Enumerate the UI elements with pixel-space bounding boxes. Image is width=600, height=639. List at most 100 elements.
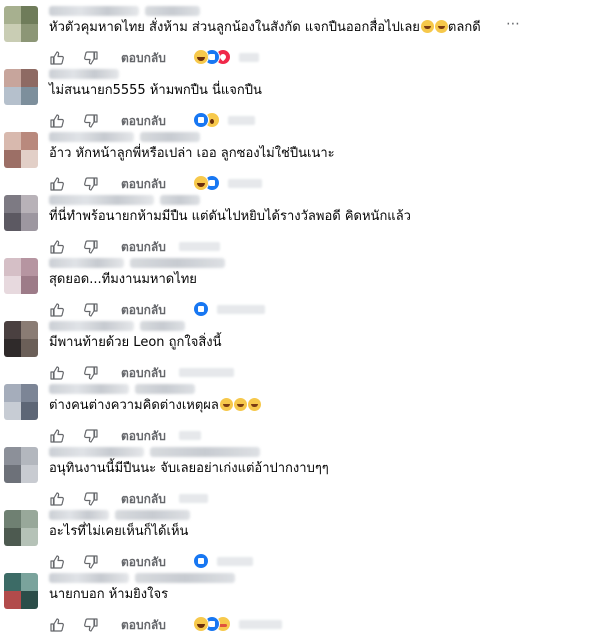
reaction-summary[interactable] xyxy=(193,112,220,130)
reply-button[interactable]: ตอบกลับ xyxy=(121,365,166,381)
reaction-summary[interactable] xyxy=(193,553,209,571)
reply-button[interactable]: ตอบกลับ xyxy=(121,176,166,192)
comment-text: อนุทินงานนี้มีปืนนะ จับเลยอย่าเก่งแต่อ้า… xyxy=(49,461,329,477)
like-icon[interactable] xyxy=(49,113,65,129)
comment-item: อ้าว หักหน้าลูกพี่หรือเปล่า เออ ลูกซองไม… xyxy=(0,132,600,195)
timestamp-redacted xyxy=(228,179,262,188)
laughing-emoji-icon xyxy=(420,20,434,33)
comment-item: อะไรที่ไม่เคยเห็นก็ได้เห็นตอบกลับ xyxy=(0,510,600,573)
laughing-emoji-icon xyxy=(233,398,247,411)
commenter-name-redacted[interactable] xyxy=(49,510,109,520)
timestamp-redacted xyxy=(228,116,255,125)
commenter-name-redacted[interactable] xyxy=(49,132,134,142)
comment-text-content: อนุทินงานนี้มีปืนนะ จับเลยอย่าเก่งแต่อ้า… xyxy=(49,461,329,476)
commenter-name-redacted xyxy=(145,6,200,16)
avatar[interactable] xyxy=(4,384,38,420)
comment-text-tail: ตลกดี xyxy=(447,20,481,35)
laughing-emoji-icon xyxy=(219,398,233,411)
comment-text-content: ที่นี่ทำพร้อนายกห้ามมีปืน แต่ดันไปหยิบได… xyxy=(49,209,411,224)
commenter-name-redacted[interactable] xyxy=(49,447,144,457)
comment-text-content: นายกบอก ห้ามยิงใจร xyxy=(49,587,169,602)
reaction-summary[interactable] xyxy=(193,175,220,193)
like-icon[interactable] xyxy=(49,428,65,444)
reply-button[interactable]: ตอบกลับ xyxy=(121,113,166,129)
like-icon[interactable] xyxy=(49,491,65,507)
timestamp-redacted xyxy=(179,368,234,377)
comment-text: สุดยอด...ทีมงานมหาดไทย xyxy=(49,272,197,288)
avatar[interactable] xyxy=(4,69,38,105)
dislike-icon[interactable] xyxy=(83,428,99,444)
commenter-name-redacted[interactable] xyxy=(49,69,119,79)
reaction-summary[interactable] xyxy=(193,301,209,319)
like-reaction-icon xyxy=(193,112,209,128)
dislike-icon[interactable] xyxy=(83,50,99,66)
avatar[interactable] xyxy=(4,258,38,294)
like-icon[interactable] xyxy=(49,239,65,255)
comment-text-content: อะไรที่ไม่เคยเห็นก็ได้เห็น xyxy=(49,524,189,539)
dislike-icon[interactable] xyxy=(83,176,99,192)
comment-text-content: ไม่สนนายก5555 ห้ามพกปืน นี่แจกปืน xyxy=(49,83,262,98)
reply-button[interactable]: ตอบกลับ xyxy=(121,239,166,255)
reply-button[interactable]: ตอบกลับ xyxy=(121,617,166,633)
commenter-name-redacted xyxy=(135,573,235,583)
avatar[interactable] xyxy=(4,447,38,483)
comment-text: ต่างคนต่างความคิดต่างเหตุผล xyxy=(49,398,261,414)
like-icon[interactable] xyxy=(49,302,65,318)
reply-button[interactable]: ตอบกลับ xyxy=(121,50,166,66)
reaction-summary[interactable] xyxy=(193,616,231,634)
commenter-name-redacted[interactable] xyxy=(49,195,154,205)
comment-actions: ตอบกลับ xyxy=(49,616,600,634)
like-icon[interactable] xyxy=(49,176,65,192)
dislike-icon[interactable] xyxy=(83,617,99,633)
like-icon[interactable] xyxy=(49,617,65,633)
timestamp-redacted xyxy=(239,53,259,62)
comment-actions: ตอบกลับ xyxy=(49,175,600,193)
dislike-icon[interactable] xyxy=(83,491,99,507)
haha-reaction-icon xyxy=(193,175,209,191)
commenter-name-redacted xyxy=(150,447,260,457)
commenter-name-redacted xyxy=(135,384,195,394)
reply-button[interactable]: ตอบกลับ xyxy=(121,428,166,444)
dislike-icon[interactable] xyxy=(83,554,99,570)
laughing-emoji-icon xyxy=(247,398,261,411)
timestamp-redacted xyxy=(179,242,220,251)
commenter-name-redacted xyxy=(140,321,185,331)
comment-item: นายกบอก ห้ามยิงใจรตอบกลับ xyxy=(0,573,600,636)
dislike-icon[interactable] xyxy=(83,302,99,318)
dislike-icon[interactable] xyxy=(83,113,99,129)
avatar[interactable] xyxy=(4,6,38,42)
commenter-name-redacted[interactable] xyxy=(49,6,139,16)
avatar[interactable] xyxy=(4,321,38,357)
commenter-name-redacted xyxy=(160,195,200,205)
dislike-icon[interactable] xyxy=(83,239,99,255)
commenter-name-redacted xyxy=(130,258,225,268)
comment-text: อะไรที่ไม่เคยเห็นก็ได้เห็น xyxy=(49,524,188,540)
comment-text-content: มีพานท้ายด้วย Leon ถูกใจสิ่งนี้ xyxy=(49,335,222,350)
comment-actions: ตอบกลับ xyxy=(49,365,600,381)
reply-button[interactable]: ตอบกลับ xyxy=(121,554,166,570)
commenter-name-redacted[interactable] xyxy=(49,384,129,394)
comment-text-content: อ้าว หักหน้าลูกพี่หรือเปล่า เออ ลูกซองไม… xyxy=(49,146,335,161)
comment-actions: ตอบกลับ xyxy=(49,49,600,67)
more-options-icon[interactable]: ⋯ xyxy=(506,17,520,33)
reply-button[interactable]: ตอบกลับ xyxy=(121,491,166,507)
avatar[interactable] xyxy=(4,573,38,609)
like-icon[interactable] xyxy=(49,554,65,570)
like-icon[interactable] xyxy=(49,50,65,66)
avatar[interactable] xyxy=(4,510,38,546)
commenter-name-redacted[interactable] xyxy=(49,258,124,268)
commenter-name-redacted[interactable] xyxy=(49,573,129,583)
comment-text: ที่นี่ทำพร้อนายกห้ามมีปืน แต่ดันไปหยิบได… xyxy=(49,209,411,225)
commenter-name-redacted[interactable] xyxy=(49,321,134,331)
reply-button[interactable]: ตอบกลับ xyxy=(121,302,166,318)
avatar[interactable] xyxy=(4,195,38,231)
comment-item: อนุทินงานนี้มีปืนนะ จับเลยอย่าเก่งแต่อ้า… xyxy=(0,447,600,510)
like-icon[interactable] xyxy=(49,365,65,381)
avatar[interactable] xyxy=(4,132,38,168)
timestamp-redacted xyxy=(217,305,265,314)
comment-actions: ตอบกลับ xyxy=(49,112,600,130)
timestamp-redacted xyxy=(239,620,282,629)
timestamp-redacted xyxy=(217,557,253,566)
dislike-icon[interactable] xyxy=(83,365,99,381)
reaction-summary[interactable] xyxy=(193,49,231,67)
